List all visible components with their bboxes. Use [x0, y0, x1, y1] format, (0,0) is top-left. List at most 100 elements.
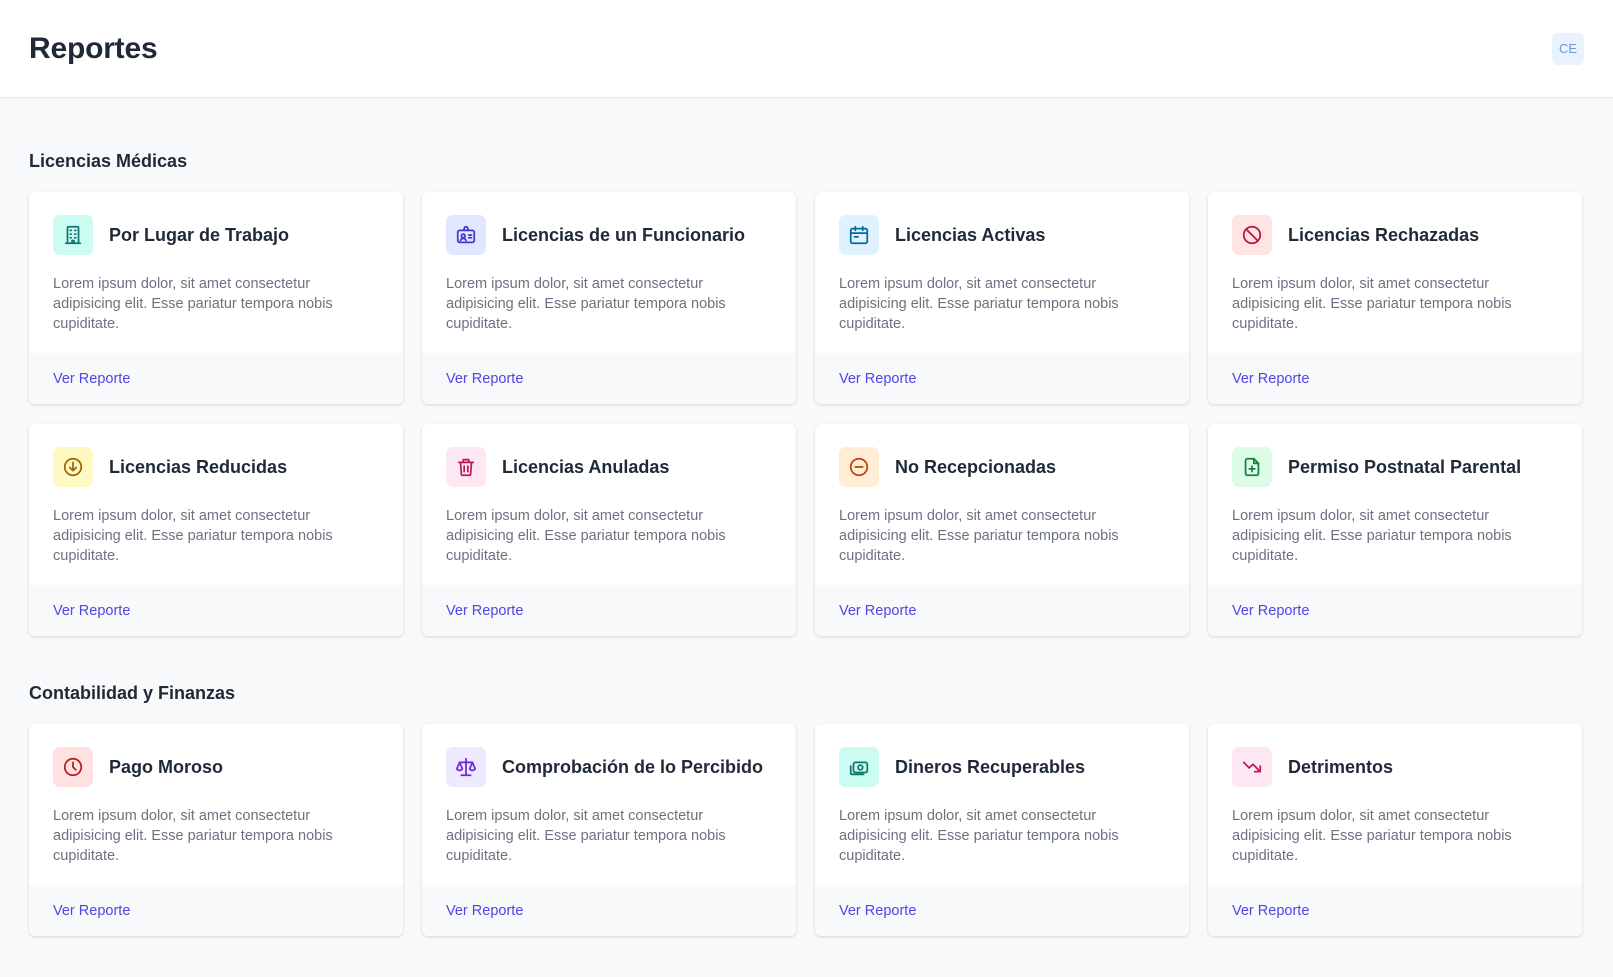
card-body: Permiso Postnatal Parental Lorem ipsum do…	[1208, 424, 1582, 585]
card-body: Licencias Rechazadas Lorem ipsum dolor, s…	[1208, 192, 1582, 353]
card-header: Dineros Recuperables	[839, 747, 1165, 787]
card-footer: Ver Reporte	[422, 353, 796, 404]
ver-reporte-link[interactable]: Ver Reporte	[1232, 903, 1309, 919]
card-footer: Ver Reporte	[29, 353, 403, 404]
ver-reporte-link[interactable]: Ver Reporte	[53, 603, 130, 619]
card-description: Lorem ipsum dolor, sit amet consectetur …	[53, 808, 333, 864]
card-footer: Ver Reporte	[29, 585, 403, 636]
card-footer: Ver Reporte	[1208, 585, 1582, 636]
card-body: Licencias de un Funcionario Lorem ipsum d…	[422, 192, 796, 353]
card-header: Pago Moroso	[53, 747, 379, 787]
card-body: Dineros Recuperables Lorem ipsum dolor, s…	[815, 724, 1189, 885]
card-title: Licencias Reducidas	[109, 456, 288, 477]
card-footer: Ver Reporte	[815, 353, 1189, 404]
card-body: Licencias Anuladas Lorem ipsum dolor, sit…	[422, 424, 796, 585]
arrow-circle-down-icon	[53, 447, 93, 487]
report-card-no-recepcionadas: No Recepcionadas Lorem ipsum dolor, sit a…	[815, 424, 1189, 636]
ver-reporte-link[interactable]: Ver Reporte	[53, 903, 130, 919]
card-header: Permiso Postnatal Parental	[1232, 447, 1558, 487]
card-description: Lorem ipsum dolor, sit amet consectetur …	[446, 808, 726, 864]
card-description: Lorem ipsum dolor, sit amet consectetur …	[1232, 808, 1512, 864]
card-title: Permiso Postnatal Parental	[1288, 456, 1522, 477]
card-footer: Ver Reporte	[422, 585, 796, 636]
avatar[interactable]: CE	[1552, 32, 1584, 65]
report-card-detrimentos: Detrimentos Lorem ipsum dolor, sit amet c…	[1208, 724, 1582, 936]
report-card-licencias-de-un-funcionario: Licencias de un Funcionario Lorem ipsum d…	[422, 192, 796, 404]
card-body: Licencias Activas Lorem ipsum dolor, sit …	[815, 192, 1189, 353]
page-title: Reportes	[29, 31, 158, 65]
clock-icon	[53, 747, 93, 787]
card-body: Pago Moroso Lorem ipsum dolor, sit amet c…	[29, 724, 403, 885]
card-description: Lorem ipsum dolor, sit amet consectetur …	[53, 508, 333, 564]
card-title: Dineros Recuperables	[895, 756, 1086, 777]
office-building-icon	[53, 215, 93, 255]
card-body: No Recepcionadas Lorem ipsum dolor, sit a…	[815, 424, 1189, 585]
card-header: Licencias Activas	[839, 215, 1165, 255]
ver-reporte-link[interactable]: Ver Reporte	[839, 371, 916, 387]
card-title: Por Lugar de Trabajo	[109, 224, 290, 245]
section-licencias-medicas: Licencias Médicas Por Lugar de Trabajo Lo…	[29, 150, 1584, 636]
card-header: Comprobación de lo Percibido	[446, 747, 772, 787]
card-header: Licencias Rechazadas	[1232, 215, 1558, 255]
card-header: Detrimentos	[1232, 747, 1558, 787]
ver-reporte-link[interactable]: Ver Reporte	[53, 371, 130, 387]
calendar-icon	[839, 215, 879, 255]
card-description: Lorem ipsum dolor, sit amet consectetur …	[1232, 276, 1512, 332]
minus-circle-icon	[839, 447, 879, 487]
card-title: No Recepcionadas	[895, 456, 1057, 477]
card-title: Licencias Rechazadas	[1288, 224, 1480, 245]
report-grid: Pago Moroso Lorem ipsum dolor, sit amet c…	[29, 724, 1584, 936]
card-description: Lorem ipsum dolor, sit amet consectetur …	[446, 276, 726, 332]
ver-reporte-link[interactable]: Ver Reporte	[839, 903, 916, 919]
ver-reporte-link[interactable]: Ver Reporte	[1232, 371, 1309, 387]
section-contabilidad-finanzas: Contabilidad y Finanzas Pago Moroso Lorem…	[29, 682, 1584, 936]
main-content: Licencias Médicas Por Lugar de Trabajo Lo…	[0, 98, 1613, 936]
trash-icon	[446, 447, 486, 487]
ver-reporte-link[interactable]: Ver Reporte	[446, 903, 523, 919]
cash-icon	[839, 747, 879, 787]
card-title: Comprobación de lo Percibido	[502, 756, 764, 777]
card-description: Lorem ipsum dolor, sit amet consectetur …	[839, 808, 1119, 864]
card-description: Lorem ipsum dolor, sit amet consectetur …	[839, 276, 1119, 332]
card-header: Licencias Anuladas	[446, 447, 772, 487]
card-footer: Ver Reporte	[815, 885, 1189, 936]
section-title: Licencias Médicas	[29, 151, 188, 171]
card-title: Pago Moroso	[109, 756, 224, 777]
report-card-licencias-anuladas: Licencias Anuladas Lorem ipsum dolor, sit…	[422, 424, 796, 636]
card-footer: Ver Reporte	[1208, 353, 1582, 404]
report-card-dineros-recuperables: Dineros Recuperables Lorem ipsum dolor, s…	[815, 724, 1189, 936]
document-add-icon	[1232, 447, 1272, 487]
ver-reporte-link[interactable]: Ver Reporte	[446, 371, 523, 387]
card-description: Lorem ipsum dolor, sit amet consectetur …	[1232, 508, 1512, 564]
card-body: Por Lugar de Trabajo Lorem ipsum dolor, s…	[29, 192, 403, 353]
card-title: Licencias Activas	[895, 224, 1046, 245]
card-header: Por Lugar de Trabajo	[53, 215, 379, 255]
card-footer: Ver Reporte	[1208, 885, 1582, 936]
trending-down-icon	[1232, 747, 1272, 787]
card-footer: Ver Reporte	[29, 885, 403, 936]
report-card-licencias-activas: Licencias Activas Lorem ipsum dolor, sit …	[815, 192, 1189, 404]
card-body: Comprobación de lo Percibido Lorem ipsum …	[422, 724, 796, 885]
top-bar: Reportes CE	[0, 0, 1613, 98]
card-header: No Recepcionadas	[839, 447, 1165, 487]
card-body: Detrimentos Lorem ipsum dolor, sit amet c…	[1208, 724, 1582, 885]
ver-reporte-link[interactable]: Ver Reporte	[839, 603, 916, 619]
card-footer: Ver Reporte	[422, 885, 796, 936]
card-header: Licencias Reducidas	[53, 447, 379, 487]
report-grid: Por Lugar de Trabajo Lorem ipsum dolor, s…	[29, 192, 1584, 636]
card-title: Detrimentos	[1288, 756, 1394, 777]
section-title: Contabilidad y Finanzas	[29, 683, 236, 703]
ver-reporte-link[interactable]: Ver Reporte	[1232, 603, 1309, 619]
ver-reporte-link[interactable]: Ver Reporte	[446, 603, 523, 619]
report-card-comprobacion-de-lo-percibido: Comprobación de lo Percibido Lorem ipsum …	[422, 724, 796, 936]
card-body: Licencias Reducidas Lorem ipsum dolor, si…	[29, 424, 403, 585]
card-title: Licencias de un Funcionario	[502, 224, 746, 245]
card-description: Lorem ipsum dolor, sit amet consectetur …	[839, 508, 1119, 564]
report-card-licencias-reducidas: Licencias Reducidas Lorem ipsum dolor, si…	[29, 424, 403, 636]
card-header: Licencias de un Funcionario	[446, 215, 772, 255]
card-footer: Ver Reporte	[815, 585, 1189, 636]
identification-icon	[446, 215, 486, 255]
card-description: Lorem ipsum dolor, sit amet consectetur …	[446, 508, 726, 564]
card-title: Licencias Anuladas	[502, 456, 670, 477]
report-card-licencias-rechazadas: Licencias Rechazadas Lorem ipsum dolor, s…	[1208, 192, 1582, 404]
